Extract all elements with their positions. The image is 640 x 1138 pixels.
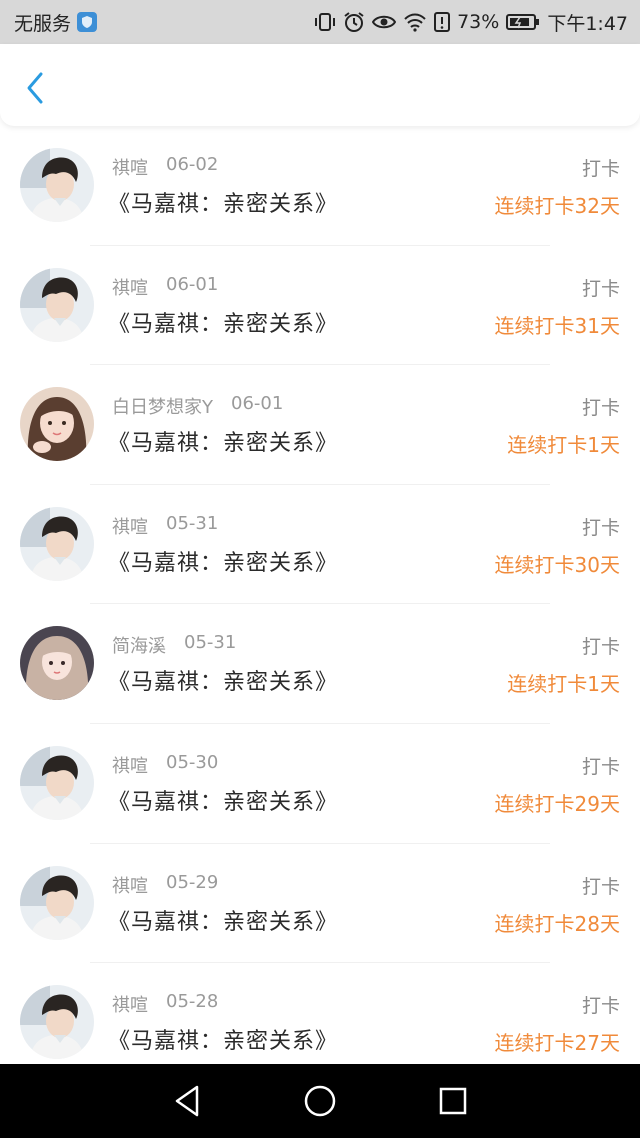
item-title: 《马嘉祺：亲密关系》	[108, 909, 339, 935]
item-date: 06-01	[231, 393, 284, 415]
clock-time: 下午1:47	[547, 12, 628, 35]
avatar[interactable]	[20, 626, 94, 701]
item-title: 《马嘉祺：亲密关系》	[108, 431, 339, 457]
avatar[interactable]	[20, 985, 94, 1060]
avatar[interactable]	[20, 506, 94, 581]
wifi-icon	[403, 12, 427, 32]
list-item[interactable]: 祺喧 06-02 《马嘉祺：亲密关系》 打卡 连续打卡32天	[0, 126, 640, 246]
alert-icon	[434, 12, 451, 32]
avatar[interactable]	[20, 148, 94, 222]
item-title: 《马嘉祺：亲密关系》	[108, 1029, 339, 1055]
item-meta: 祺喧 06-01	[112, 274, 218, 300]
item-date: 06-02	[166, 154, 219, 175]
list-item[interactable]: 白日梦想家Y 06-01 《马嘉祺：亲密关系》 打卡 连续打卡1天	[0, 365, 640, 485]
battery-percent: 73%	[457, 11, 500, 33]
item-username: 祺喧	[112, 277, 148, 299]
item-meta: 祺喧 05-31	[112, 513, 218, 539]
item-username: 简海溪	[112, 636, 166, 658]
item-meta: 白日梦想家Y 06-01	[112, 393, 283, 419]
item-action-label: 打卡	[581, 875, 620, 898]
system-nav-bar	[0, 1064, 640, 1138]
avatar[interactable]	[20, 267, 94, 342]
item-meta: 简海溪 05-31	[112, 632, 236, 658]
nav-back-button[interactable]	[157, 1071, 217, 1131]
item-username: 祺喧	[112, 158, 148, 179]
carrier-label: 无服务	[14, 12, 72, 35]
list-item[interactable]: 祺喧 05-29 《马嘉祺：亲密关系》 打卡 连续打卡28天	[0, 844, 640, 964]
recents-square-icon	[440, 1087, 467, 1115]
avatar[interactable]	[20, 745, 94, 820]
item-title: 《马嘉祺：亲密关系》	[108, 550, 339, 576]
item-action-label: 打卡	[581, 158, 620, 180]
item-streak: 连续打卡28天	[494, 911, 620, 936]
item-date: 05-31	[166, 512, 219, 534]
item-date: 05-28	[166, 991, 219, 1013]
item-username: 祺喧	[112, 755, 148, 777]
avatar[interactable]	[20, 387, 94, 462]
back-button[interactable]	[18, 68, 52, 108]
home-circle-icon	[304, 1085, 336, 1117]
list-item[interactable]: 祺喧 05-30 《马嘉祺：亲密关系》 打卡 连续打卡29天	[0, 724, 640, 844]
item-meta: 祺喧 05-30	[112, 752, 218, 778]
shield-icon	[77, 12, 98, 32]
item-meta: 祺喧 05-29	[112, 872, 218, 898]
avatar[interactable]	[20, 865, 94, 940]
item-title: 《马嘉祺：亲密关系》	[108, 789, 339, 815]
item-date: 05-30	[166, 751, 219, 773]
item-meta: 祺喧 06-02	[112, 154, 218, 180]
alarm-icon	[343, 11, 365, 33]
list-item[interactable]: 祺喧 05-31 《马嘉祺：亲密关系》 打卡 连续打卡30天	[0, 485, 640, 605]
item-title: 《马嘉祺：亲密关系》	[108, 670, 339, 696]
item-date: 05-29	[166, 871, 219, 893]
item-username: 祺喧	[112, 995, 148, 1017]
chevron-left-icon	[27, 72, 43, 104]
status-bar: 无服务 73% 下午1:47	[0, 0, 640, 44]
nav-home-button[interactable]	[290, 1071, 350, 1131]
checkin-list: 祺喧 06-02 《马嘉祺：亲密关系》 打卡 连续打卡32天 祺喧 06-01 …	[0, 126, 640, 1064]
status-left: 无服务	[14, 9, 98, 36]
item-username: 白日梦想家Y	[112, 397, 213, 419]
item-streak: 连续打卡32天	[494, 194, 620, 218]
header-bar	[0, 44, 640, 126]
item-streak: 连续打卡30天	[494, 552, 620, 577]
item-title: 《马嘉祺：亲密关系》	[108, 192, 339, 217]
status-right: 73% 下午1:47	[314, 9, 628, 36]
item-streak: 连续打卡31天	[494, 313, 620, 338]
item-action-label: 打卡	[581, 397, 620, 420]
item-streak: 连续打卡1天	[507, 433, 620, 458]
item-action-label: 打卡	[581, 516, 620, 539]
nav-recents-button[interactable]	[423, 1071, 483, 1131]
item-action-label: 打卡	[581, 277, 620, 300]
item-streak: 连续打卡29天	[494, 791, 620, 816]
item-action-label: 打卡	[581, 755, 620, 778]
item-streak: 连续打卡1天	[507, 672, 620, 697]
back-triangle-icon	[175, 1085, 198, 1117]
list-item[interactable]: 祺喧 06-01 《马嘉祺：亲密关系》 打卡 连续打卡31天	[0, 246, 640, 366]
item-date: 05-31	[184, 632, 237, 654]
item-meta: 祺喧 05-28	[112, 991, 218, 1017]
eye-icon	[372, 13, 397, 31]
list-item[interactable]: 简海溪 05-31 《马嘉祺：亲密关系》 打卡 连续打卡1天	[0, 604, 640, 724]
item-title: 《马嘉祺：亲密关系》	[108, 311, 339, 337]
item-username: 祺喧	[112, 875, 148, 897]
vibrate-icon	[314, 12, 336, 32]
list-item[interactable]: 祺喧 05-28 《马嘉祺：亲密关系》 打卡 连续打卡27天	[0, 963, 640, 1064]
item-streak: 连续打卡27天	[494, 1031, 620, 1056]
item-username: 祺喧	[112, 516, 148, 538]
item-action-label: 打卡	[581, 995, 620, 1018]
item-date: 06-01	[166, 273, 219, 295]
battery-icon	[506, 13, 540, 31]
item-action-label: 打卡	[581, 636, 620, 659]
